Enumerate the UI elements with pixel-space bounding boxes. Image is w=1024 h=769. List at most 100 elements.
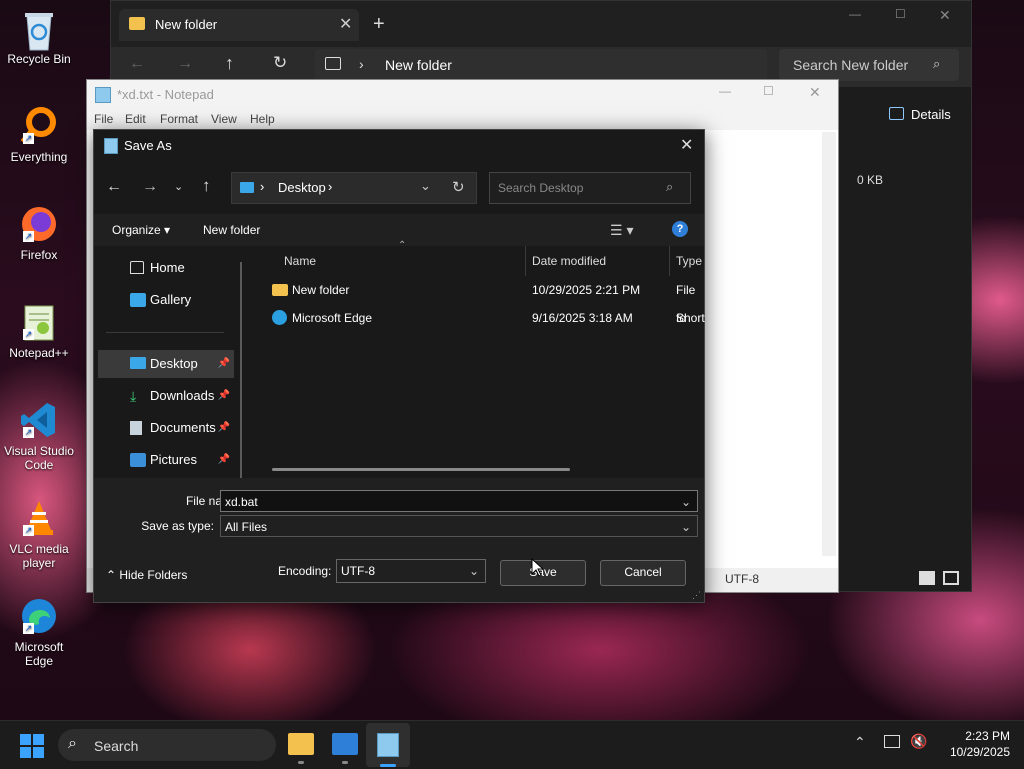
back-icon[interactable]: ←	[106, 178, 122, 196]
forward-icon[interactable]: →	[177, 55, 193, 73]
chevron-right-icon: ›	[359, 56, 364, 72]
download-arrow-icon: ⤓	[130, 388, 137, 404]
nav-scrollbar[interactable]	[240, 262, 242, 478]
pin-icon[interactable]: 📌	[218, 382, 230, 410]
dialog-search-placeholder: Search Desktop	[498, 181, 584, 195]
help-icon[interactable]: ?	[672, 221, 688, 237]
desktop-icon-firefox[interactable]: ↗ Firefox	[4, 204, 74, 262]
column-header-name[interactable]: Name	[284, 246, 316, 276]
view-options-icon[interactable]: ☰ ▾	[610, 222, 633, 239]
chevron-down-icon[interactable]: ⌄	[681, 516, 691, 538]
pictures-icon	[130, 453, 146, 467]
explorer-address-bar[interactable]: › New folder	[315, 49, 767, 81]
network-icon[interactable]	[884, 735, 900, 748]
desktop-icon-vscode[interactable]: ↗ Visual Studio Code	[4, 400, 74, 472]
table-row[interactable]: New folder 10/29/2025 2:21 PM File fo	[252, 276, 704, 325]
desktop-icon-edge[interactable]: ↗ Microsoft Edge	[4, 596, 74, 668]
breadcrumb[interactable]: New folder	[385, 57, 452, 73]
maximize-icon[interactable]: ☐	[763, 84, 774, 98]
breadcrumb[interactable]: Desktop	[278, 180, 326, 195]
tiles-view-icon[interactable]	[943, 571, 959, 585]
column-header-date[interactable]: Date modified	[532, 246, 606, 276]
details-view-icon[interactable]	[919, 571, 935, 585]
close-icon[interactable]: ✕	[939, 7, 951, 24]
nav-item-pictures[interactable]: Pictures 📌	[98, 446, 234, 474]
volume-muted-icon[interactable]: 🔇	[910, 733, 927, 750]
hide-folders-button[interactable]: ⌃ Hide Folders	[106, 568, 187, 582]
table-row[interactable]: Microsoft Edge 9/16/2025 3:18 AM Short	[252, 304, 705, 332]
nav-item-home[interactable]: Home	[98, 254, 234, 282]
desktop-icon-notepadpp[interactable]: ↗ Notepad++	[4, 302, 74, 360]
refresh-icon[interactable]: ↻	[452, 178, 465, 196]
chevron-down-icon[interactable]: ⌄	[420, 178, 431, 194]
pin-icon[interactable]: 📌	[218, 446, 230, 474]
nav-item-label: Downloads	[150, 388, 215, 403]
column-divider[interactable]	[669, 246, 670, 276]
cancel-button[interactable]: Cancel	[600, 560, 686, 586]
horizontal-scrollbar[interactable]	[272, 468, 570, 471]
dialog-search-input[interactable]: Search Desktop ⌕	[489, 172, 691, 204]
nav-item-desktop[interactable]: Desktop 📌	[98, 350, 234, 378]
back-icon[interactable]: ←	[129, 55, 145, 73]
resize-grip-icon[interactable]: ⋰	[692, 590, 701, 601]
minimize-icon[interactable]: —	[719, 84, 731, 98]
explorer-tab[interactable]: New folder ✕	[119, 9, 359, 41]
shortcut-arrow-icon: ↗	[23, 623, 34, 634]
pin-icon[interactable]: 📌	[218, 414, 230, 442]
desktop-icon-vlc[interactable]: ↗ VLC media player	[4, 498, 74, 570]
chevron-down-icon[interactable]: ⌄	[469, 560, 479, 582]
save-as-type-select[interactable]: All Files ⌄	[220, 515, 698, 537]
recent-dropdown-icon[interactable]: ⌄	[174, 180, 183, 193]
notepad-menubar: File Edit Format View Help	[87, 108, 838, 130]
forward-icon[interactable]: →	[142, 178, 158, 196]
shortcut-arrow-icon: ↗	[23, 427, 34, 438]
maximize-icon[interactable]: ☐	[895, 7, 906, 21]
details-button[interactable]: Details	[911, 107, 951, 122]
image-app-taskbar-icon[interactable]	[332, 733, 358, 755]
minimize-icon[interactable]: —	[849, 7, 861, 21]
start-icon[interactable]	[20, 734, 44, 758]
nav-item-documents[interactable]: Documents 📌	[98, 414, 234, 442]
file-name-input[interactable]: xd.bat ⌄	[220, 490, 698, 512]
save-as-type-label: Save as type:	[141, 519, 214, 533]
close-tab-icon[interactable]: ✕	[339, 14, 352, 34]
taskbar-search-label: Search	[94, 738, 139, 754]
up-icon[interactable]: ↑	[202, 176, 211, 196]
explorer-tab-title: New folder	[155, 17, 218, 32]
refresh-icon[interactable]: ↻	[273, 53, 287, 73]
desktop-icon-label: VLC media player	[9, 542, 69, 570]
desktop-icon-label: Recycle Bin	[7, 52, 71, 66]
column-divider[interactable]	[525, 246, 526, 276]
new-folder-button[interactable]: New folder	[203, 223, 260, 237]
save-button[interactable]: Save	[500, 560, 586, 586]
desktop-icon-recycle-bin[interactable]: Recycle Bin	[4, 8, 74, 66]
notepad-taskbar-button[interactable]	[366, 723, 410, 767]
vertical-scrollbar[interactable]	[822, 132, 836, 556]
new-tab-icon[interactable]: +	[373, 13, 385, 36]
close-icon[interactable]: ✕	[680, 135, 693, 155]
menu-edit[interactable]: Edit	[125, 112, 146, 126]
nav-item-downloads[interactable]: ⤓ Downloads 📌	[98, 382, 234, 410]
menu-help[interactable]: Help	[250, 112, 275, 126]
up-icon[interactable]: ↑	[225, 53, 234, 74]
nav-item-gallery[interactable]: Gallery	[98, 286, 234, 314]
taskbar: ⌕ Search ⌃ 🔇 2:23 PM 10/29/2025	[0, 720, 1024, 769]
clock-date[interactable]: 10/29/2025	[930, 745, 1010, 759]
column-header-type[interactable]: Type	[676, 246, 702, 276]
explorer-search-input[interactable]: Search New folder ⌕	[779, 49, 959, 81]
organize-button[interactable]: Organize ▾	[112, 223, 170, 237]
chevron-down-icon[interactable]: ⌄	[681, 491, 691, 513]
pin-icon[interactable]: 📌	[218, 350, 230, 378]
close-icon[interactable]: ✕	[809, 84, 821, 101]
encoding-select[interactable]: UTF-8 ⌄	[336, 559, 486, 583]
desktop-icon-everything[interactable]: ↗ Everything	[4, 106, 74, 164]
menu-format[interactable]: Format	[160, 112, 198, 126]
taskbar-search-box[interactable]: ⌕ Search	[58, 729, 276, 761]
dialog-address-bar[interactable]: › Desktop › ⌄ ↻	[231, 172, 477, 204]
clock-time[interactable]: 2:23 PM	[946, 729, 1010, 743]
menu-view[interactable]: View	[211, 112, 237, 126]
menu-file[interactable]: File	[94, 112, 113, 126]
desktop-folder-icon	[240, 182, 254, 193]
file-explorer-taskbar-icon[interactable]	[288, 733, 314, 755]
chevron-up-icon[interactable]: ⌃	[854, 734, 866, 751]
